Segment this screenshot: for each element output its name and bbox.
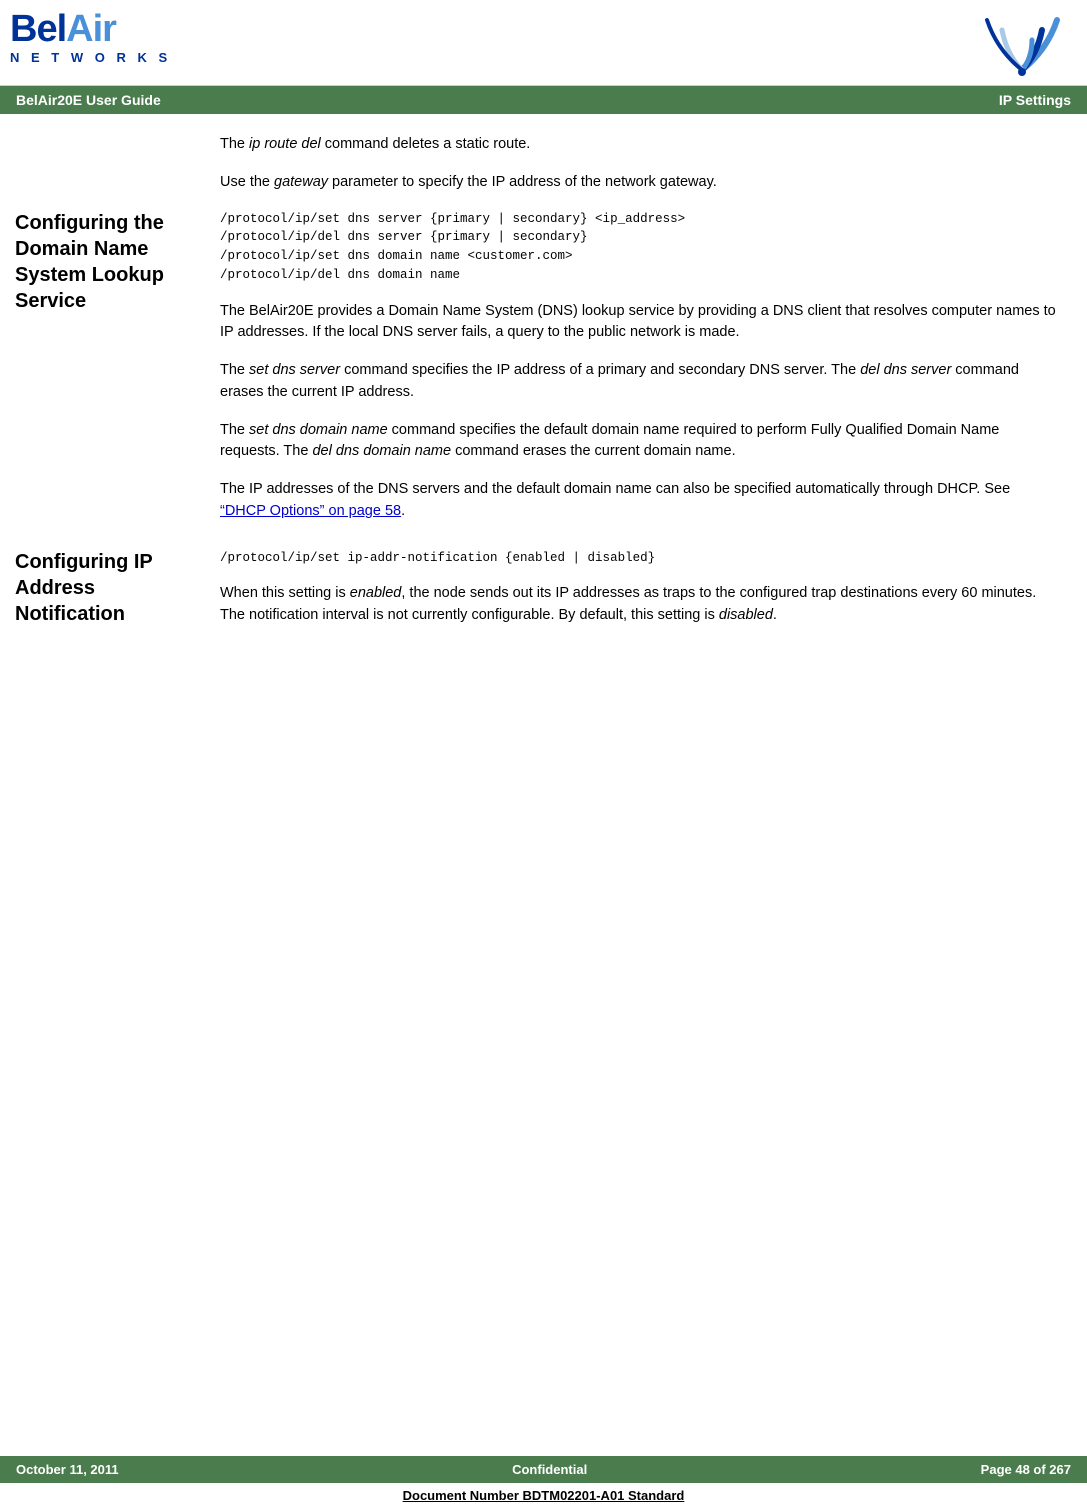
ip-notification-para: When this setting is enabled, the node s… bbox=[220, 583, 1057, 627]
dns-main: /protocol/ip/set dns server {primary | s… bbox=[210, 210, 1087, 539]
content-area: The ip route del command deletes a stati… bbox=[0, 114, 1087, 673]
logo-air: Air bbox=[66, 8, 116, 50]
gateway-cmd: gateway bbox=[274, 174, 328, 190]
ip-notification-line2: Address bbox=[15, 577, 95, 599]
page-footer: October 11, 2011 Confidential Page 48 of… bbox=[0, 1456, 1087, 1511]
footer-confidential: Confidential bbox=[512, 1462, 587, 1477]
logo: BelAir N E T W O R K S bbox=[10, 10, 171, 65]
dns-heading: Configuring the Domain Name System Looku… bbox=[15, 210, 200, 314]
dns-para2: The set dns server command specifies the… bbox=[220, 360, 1057, 404]
footer-date: October 11, 2011 bbox=[16, 1462, 119, 1477]
dns-heading-line3: System Lookup bbox=[15, 264, 164, 286]
set-dns-domain-cmd: set dns domain name bbox=[249, 422, 388, 438]
ip-notification-line1: Configuring IP bbox=[15, 551, 153, 573]
dns-sidebar: Configuring the Domain Name System Looku… bbox=[0, 210, 210, 539]
del-dns-domain-cmd: del dns domain name bbox=[312, 443, 451, 459]
intro-para1: The ip route del command deletes a stati… bbox=[220, 134, 1057, 156]
logo-networks: N E T W O R K S bbox=[10, 50, 171, 65]
dns-heading-line4: Service bbox=[15, 290, 86, 312]
page-header: BelAir N E T W O R K S bbox=[0, 0, 1087, 86]
ip-notification-sidebar: Configuring IP Address Notification bbox=[0, 549, 210, 643]
set-dns-server-cmd: set dns server bbox=[249, 362, 340, 378]
logo-text: BelAir bbox=[10, 10, 171, 48]
ip-notification-main: /protocol/ip/set ip-addr-notification {e… bbox=[210, 549, 1087, 643]
belair-antenna-icon bbox=[977, 10, 1067, 80]
dns-section: Configuring the Domain Name System Looku… bbox=[0, 210, 1087, 539]
dns-heading-line1: Configuring the bbox=[15, 212, 164, 234]
disabled-cmd: disabled bbox=[719, 607, 773, 623]
nav-bar: BelAir20E User Guide IP Settings bbox=[0, 86, 1087, 114]
dns-para3: The set dns domain name command specifie… bbox=[220, 420, 1057, 464]
nav-title: BelAir20E User Guide bbox=[16, 92, 161, 108]
ip-notification-code: /protocol/ip/set ip-addr-notification {e… bbox=[220, 549, 1057, 568]
intro-para2: Use the gateway parameter to specify the… bbox=[220, 172, 1057, 194]
footer-bar: October 11, 2011 Confidential Page 48 of… bbox=[0, 1456, 1087, 1483]
intro-section: The ip route del command deletes a stati… bbox=[210, 134, 1087, 210]
dhcp-options-link[interactable]: “DHCP Options” on page 58 bbox=[220, 503, 401, 519]
dns-code: /protocol/ip/set dns server {primary | s… bbox=[220, 210, 1057, 285]
dns-para1: The BelAir20E provides a Domain Name Sys… bbox=[220, 301, 1057, 345]
nav-section: IP Settings bbox=[999, 92, 1071, 108]
logo-bel: Bel bbox=[10, 8, 66, 50]
dns-para4: The IP addresses of the DNS servers and … bbox=[220, 479, 1057, 523]
ip-notification-heading: Configuring IP Address Notification bbox=[15, 549, 200, 627]
enabled-cmd: enabled bbox=[350, 585, 402, 601]
footer-page: Page 48 of 267 bbox=[981, 1462, 1071, 1477]
dns-heading-line2: Domain Name bbox=[15, 238, 148, 260]
del-dns-server-cmd: del dns server bbox=[860, 362, 951, 378]
ip-route-del-cmd: ip route del bbox=[249, 136, 321, 152]
ip-notification-line3: Notification bbox=[15, 603, 125, 625]
footer-doc-number: Document Number BDTM02201-A01 Standard bbox=[0, 1483, 1087, 1511]
ip-notification-section: Configuring IP Address Notification /pro… bbox=[0, 549, 1087, 643]
